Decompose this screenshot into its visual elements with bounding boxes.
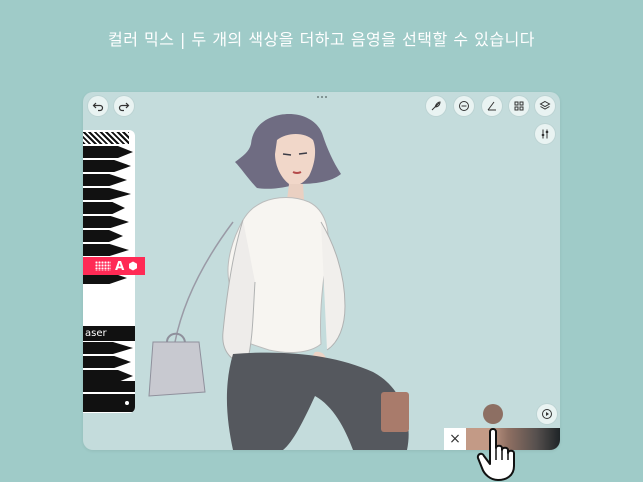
- redo-button[interactable]: [114, 96, 134, 116]
- close-mix-button[interactable]: ×: [444, 428, 466, 450]
- brush-last[interactable]: [83, 394, 135, 412]
- brush-pencil-1[interactable]: [83, 244, 129, 256]
- angle-icon: [487, 101, 496, 111]
- play-button[interactable]: [537, 404, 557, 424]
- undo-button[interactable]: [88, 96, 108, 116]
- brush-marker-3[interactable]: [83, 230, 123, 242]
- artwork-canvas[interactable]: [83, 92, 560, 450]
- headline: 컬러 믹스 | 두 개의 색상을 더하고 음영을 선택할 수 있습니다: [107, 30, 536, 49]
- drag-handle[interactable]: [317, 96, 329, 99]
- minus-button[interactable]: [454, 96, 474, 116]
- brush-marker-1[interactable]: [83, 202, 125, 214]
- close-icon: ×: [449, 431, 461, 447]
- feather-icon: [431, 101, 441, 111]
- play-icon: [542, 409, 552, 419]
- active-tool-bar[interactable]: A: [83, 257, 145, 275]
- grid-icon: [514, 101, 524, 111]
- sliders-icon: [541, 129, 549, 139]
- brush-pen-1[interactable]: [83, 146, 133, 158]
- ruler-tool[interactable]: [83, 381, 135, 392]
- redo-icon: [118, 102, 130, 112]
- mixed-color-swatch[interactable]: [483, 404, 503, 424]
- texture-icon: [95, 261, 111, 271]
- hexagon-icon[interactable]: [128, 261, 138, 271]
- text-tool-label[interactable]: A: [115, 259, 124, 273]
- layers-button[interactable]: [535, 96, 555, 116]
- adjust-button[interactable]: [535, 124, 555, 144]
- brush-button[interactable]: [426, 96, 446, 116]
- app-window: aser A ×: [83, 92, 560, 450]
- guides-button[interactable]: [482, 96, 502, 116]
- brush-wide-2[interactable]: [83, 356, 131, 368]
- grid-button[interactable]: [509, 96, 529, 116]
- brush-pen-3[interactable]: [83, 174, 127, 186]
- brush-marker-2[interactable]: [83, 216, 129, 228]
- brush-wide-1[interactable]: [83, 342, 133, 354]
- eraser-tool[interactable]: aser: [83, 326, 135, 341]
- brush-pen-2[interactable]: [83, 160, 131, 172]
- layers-icon: [539, 100, 551, 110]
- brush-pattern[interactable]: [83, 132, 129, 144]
- pointer-hand-icon: [476, 428, 515, 481]
- undo-icon: [92, 102, 104, 112]
- brush-pen-4[interactable]: [83, 188, 131, 200]
- minus-circle-icon: [459, 101, 469, 111]
